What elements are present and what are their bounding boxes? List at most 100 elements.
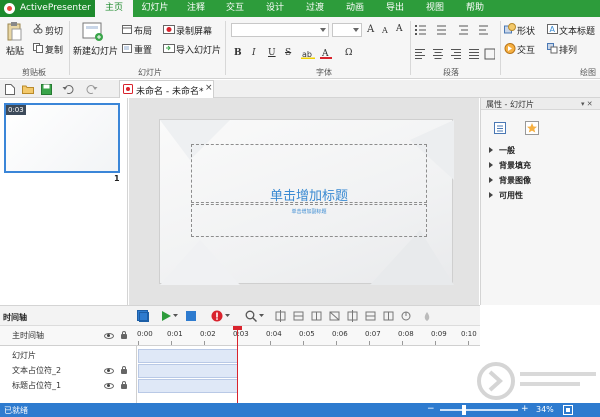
ruler-tick	[270, 341, 271, 345]
fit-window-icon[interactable]	[563, 405, 573, 415]
lock-icon[interactable]	[121, 381, 127, 389]
open-folder-icon[interactable]	[22, 84, 34, 94]
section-general[interactable]: 一般	[489, 145, 515, 156]
tab-slide[interactable]: 幻灯片	[133, 0, 177, 17]
timeline-track-slide[interactable]	[138, 349, 238, 363]
timeline-tool-icons[interactable]	[275, 310, 445, 322]
chevron-down-icon[interactable]	[259, 314, 264, 318]
tab-view[interactable]: 视图	[415, 0, 455, 17]
main-timeline-row[interactable]: 主时间轴	[0, 326, 137, 346]
eye-icon[interactable]	[104, 368, 114, 374]
redo-icon[interactable]	[86, 84, 98, 94]
tab-annotate[interactable]: 注释	[177, 0, 215, 17]
cut-button[interactable]: 剪切	[45, 24, 63, 37]
properties-list-icon[interactable]	[494, 122, 506, 134]
properties-pin-close[interactable]: ▾ ✕	[581, 100, 593, 108]
font-color-icon[interactable]: A	[320, 48, 332, 59]
arrange-button[interactable]: 排列	[559, 43, 577, 56]
app-brand[interactable]: ActivePresenter	[0, 0, 95, 17]
clear-format-button[interactable]: A	[396, 24, 403, 34]
duplicate-button[interactable]: 重置	[134, 43, 152, 56]
increase-font-button[interactable]: A	[367, 24, 374, 35]
shape-button[interactable]: 形状	[517, 24, 535, 37]
lock-icon[interactable]	[121, 331, 127, 339]
zoom-out-icon[interactable]: −	[427, 404, 435, 414]
properties-header: 属性 - 幻灯片 ▾ ✕	[481, 98, 600, 110]
timeline-row-title-placeholder[interactable]: 标题占位符_1	[0, 379, 137, 393]
playhead-line	[237, 326, 238, 404]
lock-icon[interactable]	[121, 366, 127, 374]
undo-icon[interactable]	[62, 84, 74, 94]
tab-animation[interactable]: 动画	[335, 0, 375, 17]
ruler-tick-label: 0:07	[365, 330, 381, 338]
font-size-select[interactable]	[332, 23, 362, 37]
section-general-label: 一般	[499, 146, 515, 155]
alert-icon[interactable]	[211, 310, 223, 322]
tab-interaction[interactable]: 交互	[215, 0, 255, 17]
section-availability[interactable]: 可用性	[489, 190, 523, 201]
tab-help[interactable]: 帮助	[455, 0, 495, 17]
play-icon[interactable]	[162, 311, 171, 321]
timeline-ruler[interactable]: 0:00 0:01 0:02 0:03 0:04 0:05 0:06 0:07 …	[137, 326, 480, 346]
document-tab[interactable]: 未命名 - 未命名* ×	[119, 80, 214, 98]
zoom-icon[interactable]	[245, 310, 257, 322]
subtitle-placeholder[interactable]: 单击增加副标题	[191, 204, 427, 237]
new-file-icon[interactable]	[5, 84, 15, 95]
paste-icon[interactable]	[6, 21, 22, 41]
document-tab-title: 未命名 - 未命名*	[136, 87, 204, 97]
tab-home[interactable]: 主页	[95, 0, 133, 17]
record-screen-button[interactable]: 录制屏幕	[176, 24, 212, 37]
title-placeholder[interactable]: 单击增加标题	[191, 144, 427, 204]
bold-button[interactable]: B	[234, 48, 242, 58]
chevron-right-icon	[489, 192, 493, 198]
text-highlight-icon[interactable]: ab	[301, 49, 315, 59]
tab-design[interactable]: 设计	[255, 0, 295, 17]
timeline-track-text[interactable]	[138, 364, 238, 378]
list-buttons[interactable]	[415, 24, 495, 36]
chevron-down-icon[interactable]	[173, 314, 178, 318]
arrange-icon	[547, 43, 558, 54]
eye-icon[interactable]	[104, 383, 114, 389]
text-title-button[interactable]: 文本标题	[559, 24, 595, 37]
tab-export[interactable]: 导出	[375, 0, 415, 17]
zoom-slider-track[interactable]	[440, 409, 518, 411]
record-screen-icon	[163, 25, 175, 34]
underline-button[interactable]: U	[268, 48, 276, 58]
chevron-down-icon[interactable]	[225, 314, 230, 318]
slide-canvas[interactable]: 单击增加标题 单击增加副标题	[159, 119, 454, 285]
zoom-slider-thumb[interactable]	[462, 405, 466, 415]
font-family-select[interactable]	[231, 23, 329, 37]
eye-icon[interactable]	[104, 333, 114, 339]
import-slides-button[interactable]: 导入幻灯片	[176, 43, 221, 56]
timeline-track-title[interactable]	[138, 379, 238, 393]
slide-thumbnail[interactable]: 0:03	[4, 103, 120, 173]
decrease-font-button[interactable]: A	[382, 26, 388, 35]
tab-transition[interactable]: 过渡	[295, 0, 335, 17]
timeline-row-slide[interactable]: 幻灯片	[0, 349, 137, 363]
section-background-fill[interactable]: 背景填充	[489, 160, 531, 171]
italic-button[interactable]: I	[252, 48, 256, 58]
ruler-tick-label: 0:06	[332, 330, 348, 338]
save-icon[interactable]	[41, 84, 52, 95]
close-icon[interactable]: ×	[205, 83, 213, 93]
ruler-tick	[138, 341, 139, 345]
zoom-in-icon[interactable]: +	[521, 404, 529, 414]
section-background-image[interactable]: 背景图像	[489, 175, 531, 186]
strikethrough-button[interactable]: S	[285, 48, 291, 58]
paste-button[interactable]: 粘贴	[6, 44, 24, 57]
layout-button[interactable]: 布局	[134, 24, 152, 37]
omega-symbol-button[interactable]: Ω	[345, 48, 352, 58]
ribbon: 粘贴 剪切 复制 剪贴板 新建幻灯片 布局 录制屏幕 重置 导入幻灯片 幻灯片 …	[0, 17, 600, 79]
timeline-row-text-placeholder[interactable]: 文本占位符_2	[0, 364, 137, 378]
stop-icon[interactable]	[186, 311, 196, 321]
main-timeline-label: 主时间轴	[12, 331, 44, 340]
properties-star-icon[interactable]	[525, 121, 539, 135]
new-slide-button[interactable]: 新建幻灯片	[73, 44, 118, 57]
interaction-button[interactable]: 交互	[517, 43, 535, 56]
new-slide-icon[interactable]	[82, 21, 104, 41]
alignment-buttons[interactable]	[415, 48, 495, 60]
slide-select-icon[interactable]	[137, 310, 149, 322]
copy-button[interactable]: 复制	[45, 43, 63, 56]
title-menu-bar: ActivePresenter 主页 幻灯片 注释 交互 设计 过渡 动画 导出…	[0, 0, 600, 17]
timeline-row-label: 标题占位符_1	[12, 381, 62, 390]
